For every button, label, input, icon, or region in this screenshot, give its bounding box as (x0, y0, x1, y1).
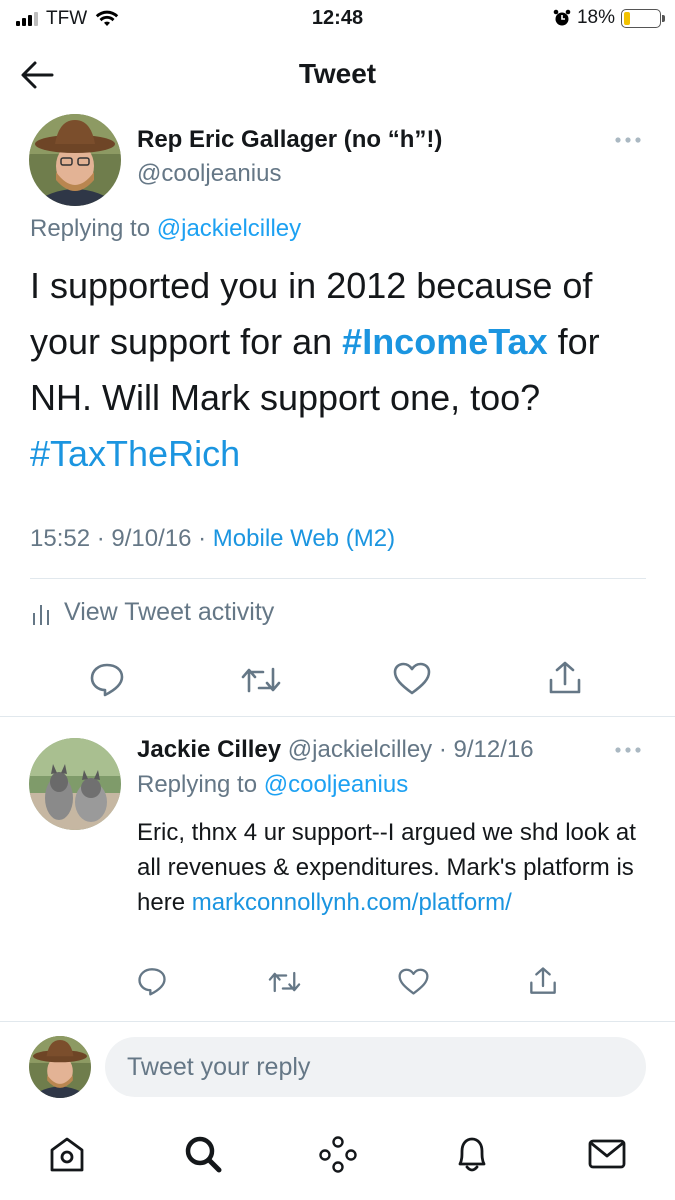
reply-share-icon[interactable] (528, 966, 558, 996)
retweet-icon[interactable] (241, 664, 281, 696)
notifications-icon[interactable] (452, 1134, 492, 1174)
nav-header: Tweet (0, 44, 675, 108)
replying-to-link[interactable]: @jackielcilley (157, 215, 301, 242)
reply-replying-to-link[interactable]: @cooljeanius (264, 771, 408, 798)
view-tweet-activity-label: View Tweet activity (64, 598, 275, 626)
reply-link[interactable]: markconnollynh.com/platform/ (192, 889, 512, 916)
spaces-icon[interactable] (318, 1134, 358, 1174)
status-right: 18% (553, 7, 665, 29)
tweet-meta: 15:52 · 9/10/16 · Mobile Web (M2) (30, 525, 395, 553)
reply-more-options-icon[interactable] (615, 746, 641, 754)
divider (30, 578, 646, 579)
divider (0, 1021, 675, 1022)
my-avatar (29, 1036, 91, 1098)
more-options-icon[interactable] (615, 136, 641, 144)
status-bar: TFW 12:48 18% (0, 0, 675, 38)
page-title: Tweet (298, 58, 377, 89)
messages-icon[interactable] (587, 1134, 627, 1174)
divider (0, 716, 675, 717)
replying-to: Replying to @jackielcilley (30, 215, 301, 243)
battery-icon (621, 8, 665, 28)
like-icon[interactable] (393, 662, 431, 696)
author-avatar[interactable] (29, 114, 121, 206)
replying-prefix: Replying to (30, 215, 157, 242)
author-handle[interactable]: @cooljeanius (137, 160, 281, 188)
battery-percent: 18% (576, 7, 615, 28)
author-name[interactable]: Rep Eric Gallager (no “h”!) (137, 126, 442, 154)
reply-retweet-icon[interactable] (268, 969, 301, 995)
alarm-icon (553, 9, 571, 26)
reply-compose-input[interactable]: Tweet your reply (105, 1037, 646, 1097)
reply-replying-prefix: Replying to (137, 771, 264, 798)
view-tweet-activity[interactable]: View Tweet activity (32, 598, 274, 627)
reply-text: Eric, thnx 4 ur support--I argued we shd… (137, 815, 647, 920)
reply-author-handle[interactable]: @jackielcilley · 9/12/16 (281, 736, 534, 763)
tweet-source[interactable]: Mobile Web (M2) (213, 525, 395, 552)
reply-icon[interactable] (89, 661, 125, 697)
reply-author-name[interactable]: Jackie Cilley (137, 736, 281, 763)
reply-like-icon[interactable] (398, 968, 429, 996)
battery-fill (624, 11, 631, 25)
home-icon[interactable] (47, 1134, 87, 1174)
analytics-icon (33, 604, 49, 625)
reply-reply-icon[interactable] (137, 966, 167, 996)
hashtag-incometax[interactable]: #IncomeTax (342, 321, 547, 362)
tweet-timestamp: 15:52 · 9/10/16 · (30, 525, 213, 552)
hashtag-taxtherich[interactable]: #TaxTheRich (30, 433, 240, 474)
share-icon[interactable] (547, 660, 583, 696)
bottom-tab-bar (0, 1120, 675, 1200)
reply-replying-to: Replying to @cooljeanius (137, 771, 408, 799)
search-icon[interactable] (183, 1134, 223, 1174)
tweet-text: I supported you in 2012 because of your … (30, 258, 650, 482)
reply-author[interactable]: Jackie Cilley @jackielcilley · 9/12/16 (137, 736, 534, 764)
reply-author-avatar[interactable] (29, 738, 121, 830)
